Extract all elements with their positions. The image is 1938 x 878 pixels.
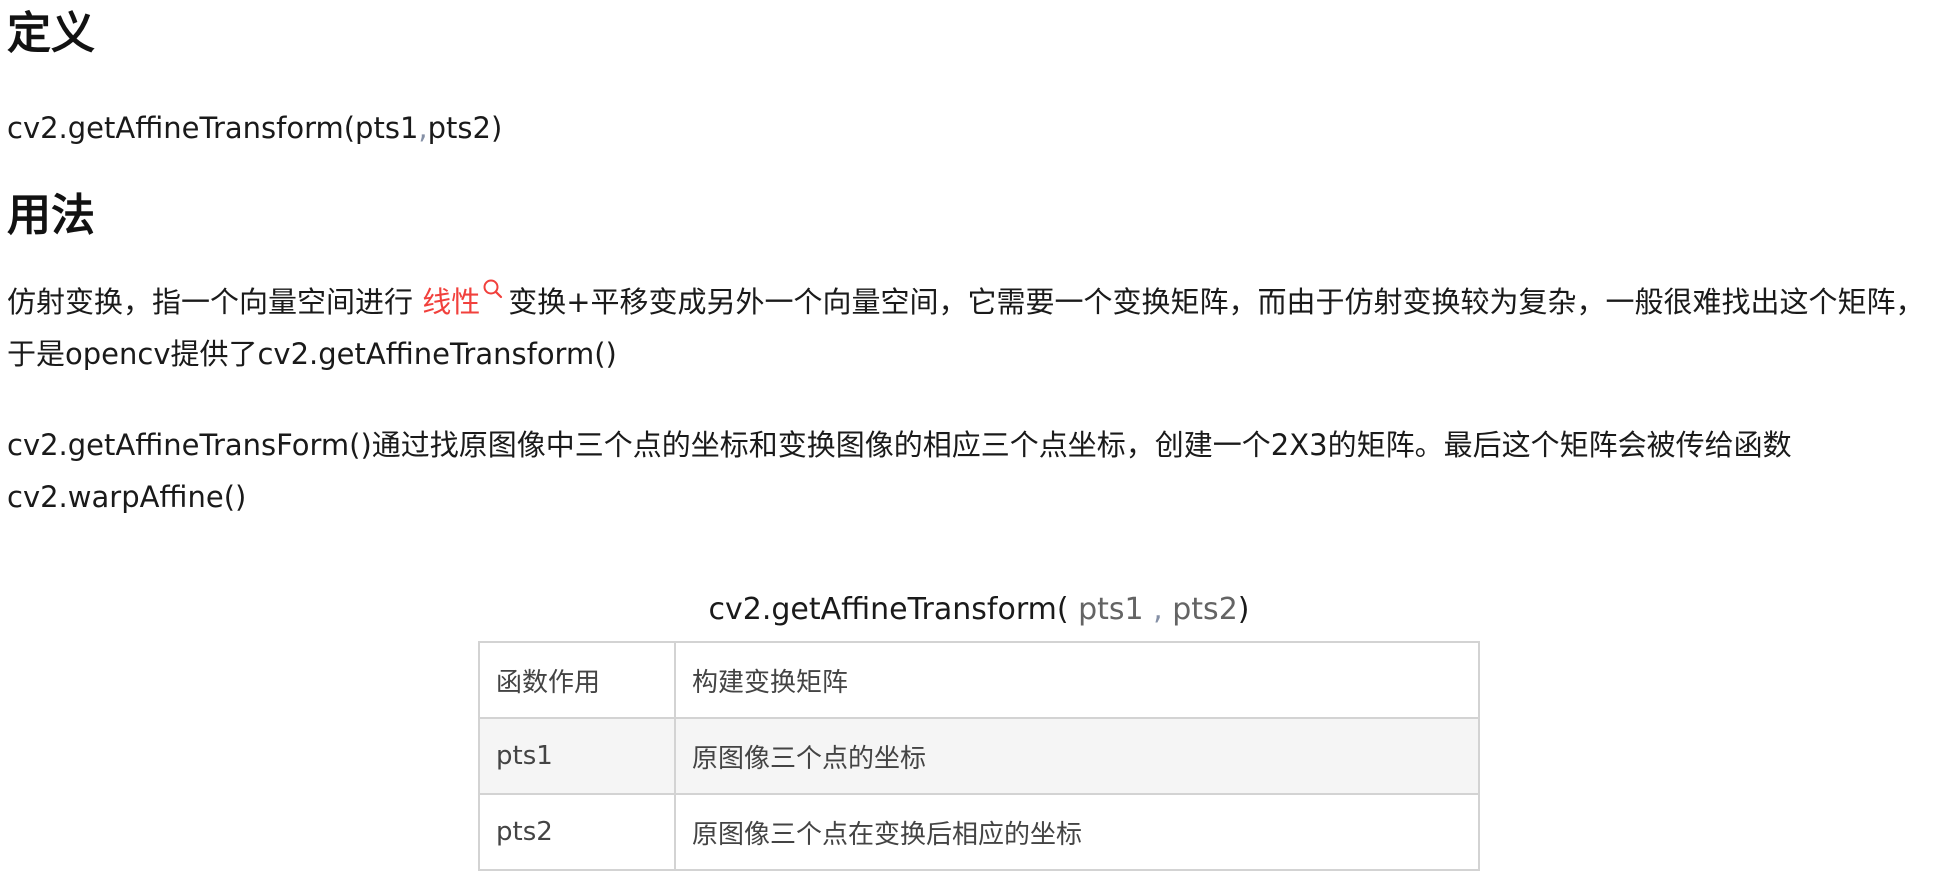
table-cell: 原图像三个点在变换后相应的坐标 xyxy=(674,793,1480,871)
heading-definition: 定义 xyxy=(7,8,95,59)
caption-arg2: pts2 xyxy=(1162,592,1238,627)
search-icon xyxy=(482,276,504,302)
table-caption: cv2.getAffineTransform( pts1 , pts2) xyxy=(478,585,1480,635)
caption-comma: , xyxy=(1153,592,1163,627)
paragraph1-before-link: 仿射变换，指一个向量空间进行 xyxy=(7,285,423,319)
linear-link-text: 线性 xyxy=(422,285,481,319)
definition-fn: cv2.getAffineTransform(pts1 xyxy=(7,111,419,145)
table-row: pts2 原图像三个点在变换后相应的坐标 xyxy=(478,793,1480,871)
caption-fn: cv2.getAffineTransform( xyxy=(708,592,1069,627)
caption-close: ) xyxy=(1237,592,1250,627)
definition-arg2: pts2) xyxy=(427,111,503,145)
table-cell: pts2 xyxy=(478,793,676,871)
definition-signature: cv2.getAffineTransform(pts1,pts2) xyxy=(7,102,1932,154)
table-row: 函数作用 构建变换矩阵 xyxy=(478,641,1480,719)
table-cell: 函数作用 xyxy=(478,641,676,719)
table-cell: 构建变换矩阵 xyxy=(674,641,1480,719)
usage-paragraph-1: 仿射变换，指一个向量空间进行 线性 变换+平移变成另外一个向量空间，它需要一个变换… xyxy=(7,276,1932,380)
table-row: pts1 原图像三个点的坐标 xyxy=(478,717,1480,795)
usage-paragraph-2: cv2.getAffineTransForm()通过找原图像中三个点的坐标和变换… xyxy=(7,428,1792,514)
table-cell: 原图像三个点的坐标 xyxy=(674,717,1480,795)
params-table-block: cv2.getAffineTransform( pts1 , pts2) 函数作… xyxy=(478,585,1480,871)
heading-usage: 用法 xyxy=(7,190,95,241)
caption-arg1: pts1 xyxy=(1068,592,1154,627)
table-cell: pts1 xyxy=(478,717,676,795)
params-table: 函数作用 构建变换矩阵 pts1 原图像三个点的坐标 pts2 原图像三个点在变… xyxy=(478,641,1480,871)
linear-link[interactable]: 线性 xyxy=(422,279,508,319)
definition-separator: , xyxy=(418,111,428,145)
